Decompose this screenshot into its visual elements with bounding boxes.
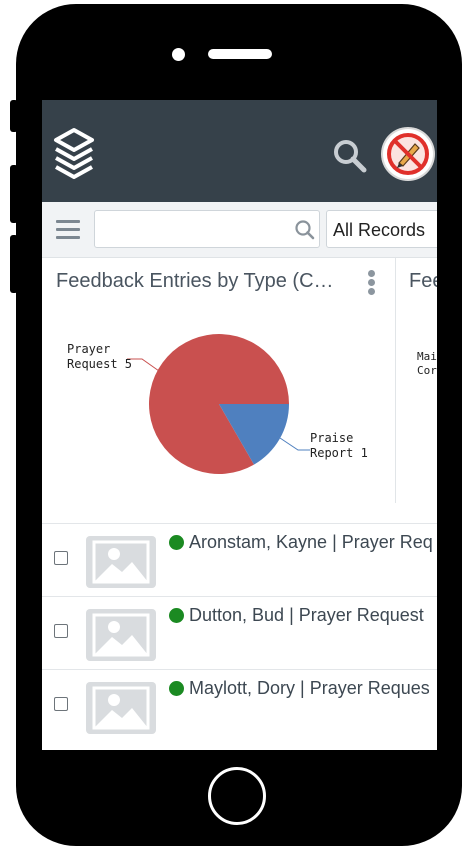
pie-chart: Prayer Request 5 Praise Report 1 xyxy=(67,334,368,474)
leader-line xyxy=(279,437,310,451)
more-options-icon[interactable] xyxy=(364,270,378,296)
legend-item: Cor xyxy=(417,364,437,377)
list-toolbar: All Records xyxy=(42,202,437,258)
image-placeholder-icon xyxy=(86,536,156,588)
pie-label: Prayer xyxy=(67,342,110,356)
list-item[interactable]: Dutton, Bud | Prayer Request xyxy=(42,596,437,669)
card-title: Feedback Entries by Type (C… xyxy=(56,270,334,292)
row-checkbox[interactable] xyxy=(54,551,68,565)
app-screen: All Records Feedback Entries by Type (C…… xyxy=(42,100,437,750)
card-divider xyxy=(395,258,396,503)
pie-label: Praise xyxy=(310,431,353,445)
record-title[interactable]: Maylott, Dory | Prayer Reques xyxy=(189,678,430,699)
record-title[interactable]: Dutton, Bud | Prayer Request xyxy=(189,605,424,626)
camera-dot xyxy=(172,48,185,61)
hamburger-icon[interactable] xyxy=(56,220,80,240)
no-editing-icon[interactable] xyxy=(383,129,433,179)
layers-icon[interactable] xyxy=(52,126,96,180)
image-placeholder-icon xyxy=(86,609,156,661)
app-header xyxy=(42,100,437,202)
search-icon[interactable] xyxy=(294,219,316,241)
row-checkbox[interactable] xyxy=(54,624,68,638)
pie-label: Report 1 xyxy=(310,446,368,460)
home-button[interactable] xyxy=(208,767,266,825)
pie-label: Request 5 xyxy=(67,357,132,371)
search-input[interactable] xyxy=(101,217,285,243)
row-checkbox[interactable] xyxy=(54,697,68,711)
status-indicator xyxy=(169,681,184,696)
records-filter-select[interactable]: All Records xyxy=(326,210,437,248)
speaker-grille xyxy=(208,49,272,59)
search-icon[interactable] xyxy=(332,138,368,174)
card-title: Fee xyxy=(409,270,437,292)
image-placeholder-icon xyxy=(86,682,156,734)
record-title[interactable]: Aronstam, Kayne | Prayer Req xyxy=(189,532,433,553)
status-indicator xyxy=(169,608,184,623)
record-list: Aronstam, Kayne | Prayer Req Dutton, Bud… xyxy=(42,523,437,742)
card-legend: Mai Cor xyxy=(417,350,437,378)
status-indicator xyxy=(169,535,184,550)
dashboard-cards: Feedback Entries by Type (C… Fee Mai Cor… xyxy=(42,258,437,523)
legend-item: Mai xyxy=(417,350,437,363)
search-field[interactable] xyxy=(94,210,320,248)
list-item[interactable]: Maylott, Dory | Prayer Reques xyxy=(42,669,437,742)
list-item[interactable]: Aronstam, Kayne | Prayer Req xyxy=(42,523,437,596)
